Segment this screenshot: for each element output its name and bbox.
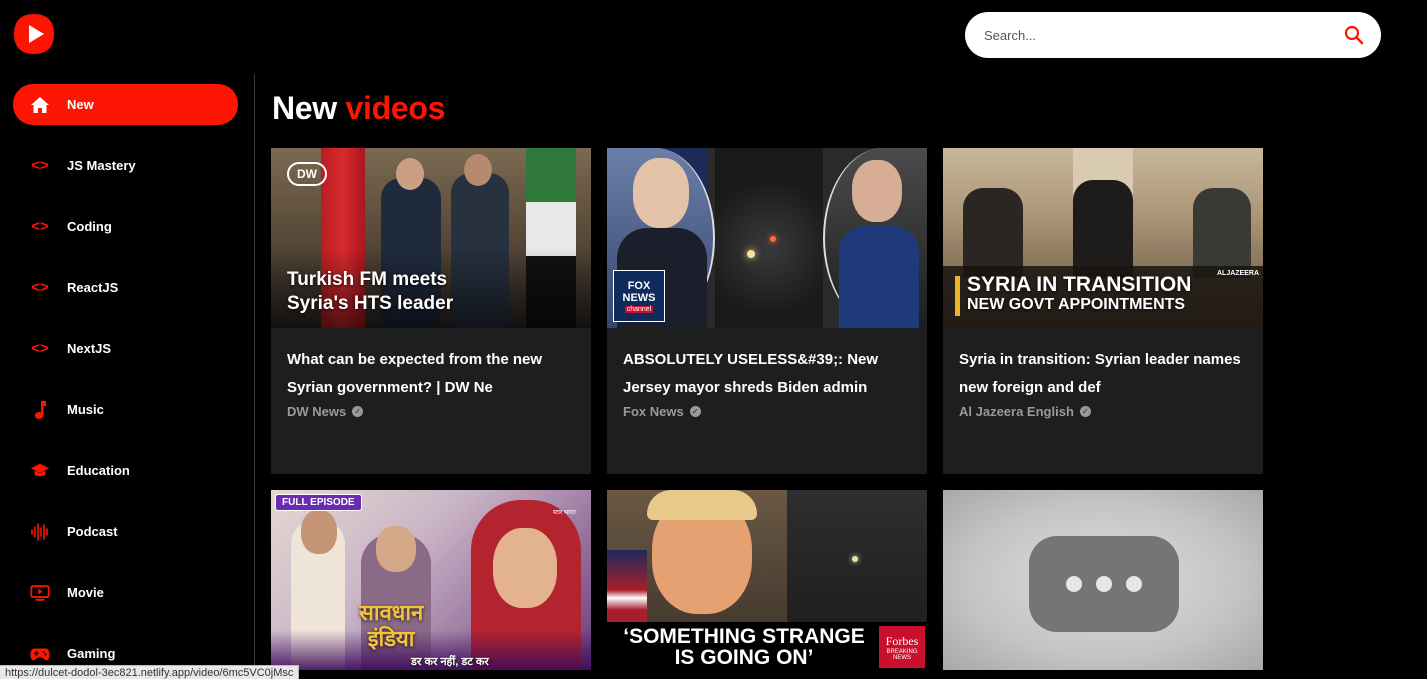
video-thumbnail[interactable]: DW Turkish FM meets Syria's HTS leader [271,148,591,328]
verified-icon: ✓ [689,406,701,417]
gamepad-icon [30,644,50,664]
video-card[interactable]: ALJAZEERA SYRIA IN TRANSITION NEW GOVT A… [943,148,1263,474]
sidebar-item-education[interactable]: Education [13,450,238,491]
thumbnail-caption: SYRIA IN TRANSITION NEW GOVT APPOINTMENT… [967,274,1191,314]
aljazeera-logo: ALJAZEERA [1217,270,1260,277]
video-meta: What can be expected from the new Syrian… [271,328,591,474]
video-card[interactable]: DW Turkish FM meets Syria's HTS leader W… [271,148,591,474]
channel-label: DW News [287,404,347,419]
sidebar-item-label: JS Mastery [67,158,136,173]
video-thumbnail[interactable]: ‘SOMETHING STRANGE IS GOING ON’ Forbes B… [607,490,927,670]
sidebar: New <> JS Mastery <> Coding <> ReactJS <… [0,74,255,679]
video-card[interactable]: FULL EPISODE स्टार भारत सावधान इंडिया डर… [271,490,591,670]
code-icon: <> [31,157,49,174]
verified-icon: ✓ [352,406,364,417]
thumbnail-caption-line: IS GOING ON’ [674,646,814,669]
channel-name[interactable]: Fox News ✓ [623,404,911,419]
thumbnail-caption: सावधान इंडिया [359,600,423,652]
search-icon [1344,25,1364,45]
thumbnail-caption: ‘SOMETHING STRANGE IS GOING ON’ [613,626,875,668]
sidebar-item-new[interactable]: New [13,84,238,125]
code-icon: <> [31,218,49,235]
channel-label: Al Jazeera English [959,404,1074,419]
thumbnail-caption-line: Syria's HTS leader [287,293,454,314]
podcast-icon [30,522,50,542]
sidebar-item-label: Coding [67,219,112,234]
thumbnail-caption-line: ‘SOMETHING STRANGE [623,625,865,648]
video-thumbnail-placeholder[interactable] [943,490,1263,670]
page-title: New videos [272,90,445,127]
sidebar-item-label: ReactJS [67,280,119,295]
video-card[interactable]: FOX NEWS channel ABSOLUTELY USELESS&#39;… [607,148,927,474]
sidebar-item-label: Gaming [67,646,116,661]
sidebar-item-movie[interactable]: Movie [13,572,238,613]
code-icon: <> [31,340,49,357]
page-title-accent: videos [345,90,446,126]
full-episode-badge: FULL EPISODE [275,494,362,511]
sidebar-item-coding[interactable]: <> Coding [13,206,238,247]
home-icon [30,95,50,115]
sidebar-item-label: Music [67,402,104,417]
verified-icon: ✓ [1079,406,1091,417]
thumbnail-caption-line: Turkish FM meets [287,269,448,290]
sidebar-item-label: NextJS [67,341,112,356]
search-bar [965,12,1381,58]
play-logo-icon [14,14,54,54]
sidebar-item-js-mastery[interactable]: <> JS Mastery [13,145,238,186]
forbes-logo: Forbes BREAKING NEWS [879,626,925,668]
forbes-logo-text: Forbes [885,633,919,648]
loading-placeholder-icon [1029,536,1179,632]
forbes-logo-sub: NEWS [893,654,911,661]
sidebar-item-label: Movie [67,585,104,600]
movie-icon [30,583,50,603]
code-icon: <> [31,279,49,296]
sidebar-item-music[interactable]: Music [13,389,238,430]
video-card[interactable]: ‘SOMETHING STRANGE IS GOING ON’ Forbes B… [607,490,927,670]
video-card[interactable] [943,490,1263,670]
search-button[interactable] [1341,22,1367,48]
sidebar-item-podcast[interactable]: Podcast [13,511,238,552]
fox-news-logo-sub: channel [624,305,654,313]
video-thumbnail[interactable]: FULL EPISODE स्टार भारत सावधान इंडिया डर… [271,490,591,670]
thumbnail-caption-line: NEW GOVT APPOINTMENTS [967,296,1186,313]
sidebar-item-label: Podcast [67,524,118,539]
video-thumbnail[interactable]: FOX NEWS channel [607,148,927,328]
channel-name[interactable]: Al Jazeera English ✓ [959,404,1247,419]
sidebar-item-label: Education [67,463,130,478]
page-title-main: New [272,90,337,126]
video-title[interactable]: Syria in transition: Syrian leader names… [959,346,1247,402]
thumbnail-caption-line: सावधान [359,600,424,625]
channel-name[interactable]: DW News ✓ [287,404,575,419]
thumbnail-tagline: डर कर नहीं, डट कर [411,656,489,668]
graduation-cap-icon [30,461,50,481]
video-title[interactable]: ABSOLUTELY USELESS&#39;: New Jersey mayo… [623,346,911,402]
fox-news-logo: FOX NEWS channel [613,270,665,322]
video-meta: ABSOLUTELY USELESS&#39;: New Jersey mayo… [607,328,927,474]
status-bar-url: https://dulcet-dodol-3ec821.netlify.app/… [0,665,300,679]
thumbnail-caption-line: SYRIA IN TRANSITION [967,273,1192,296]
star-bharat-logo: स्टार भारत [553,510,576,516]
fox-news-logo-text: FOX NEWS [622,279,656,304]
thumbnail-caption-line: इंडिया [367,626,415,651]
sidebar-item-reactjs[interactable]: <> ReactJS [13,267,238,308]
thumbnail-caption: Turkish FM meets Syria's HTS leader [287,268,453,316]
video-title[interactable]: What can be expected from the new Syrian… [287,346,575,402]
video-thumbnail[interactable]: ALJAZEERA SYRIA IN TRANSITION NEW GOVT A… [943,148,1263,328]
sidebar-item-label: New [67,97,94,112]
dw-logo: DW [287,162,327,186]
music-note-icon [30,400,50,420]
logo[interactable] [12,12,56,56]
video-meta: Syria in transition: Syrian leader names… [943,328,1263,474]
channel-label: Fox News [623,404,684,419]
sidebar-item-nextjs[interactable]: <> NextJS [13,328,238,369]
search-input[interactable] [984,27,1341,43]
